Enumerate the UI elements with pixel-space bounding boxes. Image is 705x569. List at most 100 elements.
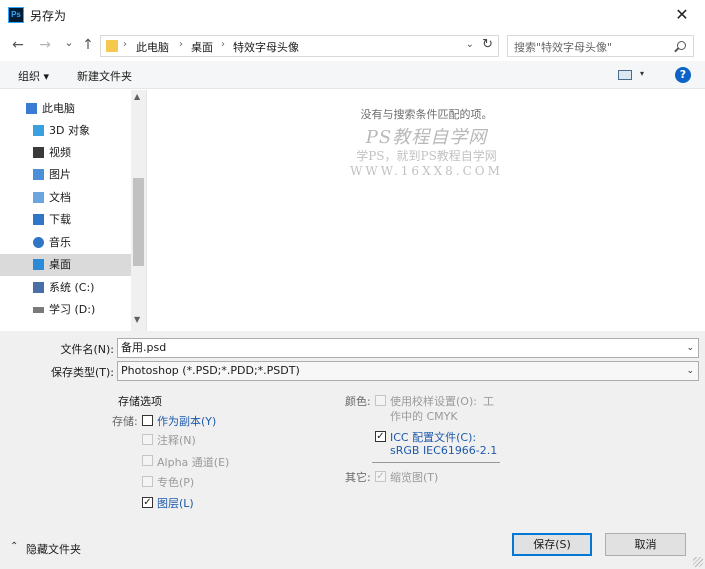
proof-setup-checkbox[interactable] <box>375 395 386 406</box>
photoshop-app-icon: Ps <box>8 7 24 23</box>
proof-setup-label[interactable]: 使用校样设置(O): <box>390 393 477 409</box>
sidebar-item-label: 此电脑 <box>42 102 75 115</box>
sidebar-item-label: 桌面 <box>49 258 71 271</box>
documents-icon <box>33 192 44 203</box>
breadcrumb-separator[interactable]: › <box>221 39 225 50</box>
sidebar-item-3d-objects[interactable]: 3D 对象 <box>0 120 131 142</box>
chevron-up-icon: ⌃ <box>10 541 19 552</box>
close-button[interactable]: ✕ <box>659 0 705 30</box>
sidebar-item-drive-d[interactable]: 学习 (D:) <box>0 299 131 321</box>
organize-menu-button[interactable]: 组织 ▾ <box>18 68 49 84</box>
search-box[interactable]: 搜索"特效字母头像" <box>507 35 694 57</box>
downloads-icon <box>33 214 44 225</box>
folder-icon <box>106 40 118 52</box>
save-button[interactable]: 保存(S) <box>512 533 592 556</box>
filename-field[interactable]: 备用.psd ⌄ <box>117 338 699 358</box>
pictures-icon <box>33 169 44 180</box>
sidebar-item-videos[interactable]: 视频 <box>0 142 131 164</box>
search-icon[interactable] <box>677 41 686 50</box>
new-folder-button[interactable]: 新建文件夹 <box>77 68 132 84</box>
breadcrumb-this-pc[interactable]: 此电脑 <box>136 39 169 55</box>
filename-dropdown-icon[interactable]: ⌄ <box>686 339 694 357</box>
sidebar-scrollbar[interactable]: ▲ ▼ <box>131 90 146 331</box>
as-copy-checkbox[interactable] <box>142 415 153 426</box>
icc-profile-name: sRGB IEC61966-2.1 <box>390 444 498 457</box>
video-icon <box>33 147 44 158</box>
sidebar-item-label: 系统 (C:) <box>49 281 95 294</box>
drive-c-icon <box>33 282 44 293</box>
icc-profile-checkbox[interactable]: ✓ <box>375 431 386 442</box>
breadcrumb-current-folder[interactable]: 特效字母头像 <box>233 39 299 55</box>
sidebar-item-label: 音乐 <box>49 236 71 249</box>
search-input[interactable]: 搜索"特效字母头像" <box>514 39 612 55</box>
command-bar: 组织 ▾ 新建文件夹 ▾ ? <box>0 61 705 89</box>
refresh-icon[interactable]: ↻ <box>482 37 493 52</box>
music-icon <box>33 237 44 248</box>
sidebar-item-pictures[interactable]: 图片 <box>0 164 131 186</box>
proof-setup-label-line2: 作中的 CMYK <box>390 410 458 423</box>
address-dropdown-icon[interactable]: ⌄ <box>466 39 474 50</box>
spot-colors-checkbox[interactable] <box>142 476 153 487</box>
3d-objects-icon <box>33 125 44 136</box>
sidebar-item-drive-c[interactable]: 系统 (C:) <box>0 277 131 299</box>
cancel-button[interactable]: 取消 <box>605 533 686 556</box>
watermark-url: WWW.16XX8.COM <box>350 164 503 178</box>
navigation-bar: ← → ⌄ ↑ › 此电脑 › 桌面 › 特效字母头像 ⌄ ↻ 搜索"特效字母头… <box>0 30 705 60</box>
filetype-label: 保存类型(T): <box>50 366 114 379</box>
layers-checkbox[interactable]: ✓ <box>142 497 153 508</box>
recent-locations-icon[interactable]: ⌄ <box>61 36 77 49</box>
save-options-title: 存储选项 <box>118 395 162 408</box>
empty-results-message: 没有与搜索条件匹配的项。 <box>360 108 493 121</box>
drive-d-icon <box>33 307 44 313</box>
filetype-dropdown-icon[interactable]: ⌄ <box>686 362 694 380</box>
address-bar[interactable]: › 此电脑 › 桌面 › 特效字母头像 ⌄ ↻ <box>100 35 499 57</box>
sidebar-item-music[interactable]: 音乐 <box>0 232 131 254</box>
alpha-channels-label[interactable]: Alpha 通道(E) <box>157 454 229 470</box>
view-options-icon[interactable] <box>618 70 632 80</box>
thumbnail-checkbox[interactable]: ✓ <box>375 471 386 482</box>
filetype-select[interactable]: Photoshop (*.PSD;*.PDD;*.PSDT) ⌄ <box>117 361 699 381</box>
breadcrumb-desktop[interactable]: 桌面 <box>191 39 213 55</box>
sidebar-item-label: 图片 <box>49 168 71 181</box>
sidebar-item-label: 文档 <box>49 191 71 204</box>
sidebar-item-label: 视频 <box>49 146 71 159</box>
sidebar-item-documents[interactable]: 文档 <box>0 187 131 209</box>
proof-setup-label-suffix: 工 <box>483 395 494 408</box>
help-icon[interactable]: ? <box>675 67 691 83</box>
computer-icon <box>26 103 37 114</box>
notes-label[interactable]: 注释(N) <box>157 432 196 448</box>
filename-value[interactable]: 备用.psd <box>121 341 166 354</box>
sidebar-item-label: 学习 (D:) <box>49 303 96 316</box>
sidebar-item-label: 下载 <box>49 213 71 226</box>
watermark-title: PS教程自学网 <box>365 127 488 148</box>
up-arrow-icon[interactable]: ↑ <box>80 37 96 53</box>
scroll-down-icon[interactable]: ▼ <box>134 315 140 324</box>
scroll-up-icon[interactable]: ▲ <box>134 92 140 101</box>
breadcrumb-separator[interactable]: › <box>123 39 127 50</box>
file-list-area[interactable]: 没有与搜索条件匹配的项。 PS教程自学网 学PS，就到PS教程自学网 WWW.1… <box>148 90 705 331</box>
thumbnail-label[interactable]: 缩览图(T) <box>390 469 438 485</box>
other-label: 其它: <box>345 471 371 484</box>
view-dropdown-icon[interactable]: ▾ <box>640 69 644 78</box>
layers-label[interactable]: 图层(L) <box>157 495 194 511</box>
sidebar-item-label: 3D 对象 <box>49 124 90 137</box>
resize-grip-icon[interactable] <box>693 557 703 567</box>
filetype-value[interactable]: Photoshop (*.PSD;*.PDD;*.PSDT) <box>121 364 300 377</box>
sidebar-item-desktop[interactable]: 桌面 <box>0 254 131 276</box>
spot-colors-label[interactable]: 专色(P) <box>157 474 194 490</box>
notes-checkbox[interactable] <box>142 434 153 445</box>
as-copy-label[interactable]: 作为副本(Y) <box>157 413 216 429</box>
back-arrow-icon[interactable]: ← <box>10 37 26 53</box>
sidebar-item-downloads[interactable]: 下载 <box>0 209 131 231</box>
alpha-channels-checkbox[interactable] <box>142 455 153 466</box>
icc-profile-label[interactable]: ICC 配置文件(C): <box>390 429 476 445</box>
scrollbar-thumb[interactable] <box>133 178 144 266</box>
sidebar-item-this-pc[interactable]: 此电脑 <box>0 98 131 120</box>
title-bar: Ps 另存为 ✕ <box>0 0 705 30</box>
options-divider <box>372 462 500 463</box>
desktop-icon <box>33 259 44 270</box>
navigation-pane: 此电脑 3D 对象 视频 图片 文档 下载 音乐 桌面 系统 (C:) 学习 (… <box>0 90 147 331</box>
forward-arrow-icon[interactable]: → <box>37 37 53 53</box>
breadcrumb-separator[interactable]: › <box>179 39 183 50</box>
save-options-panel: 文件名(N): 备用.psd ⌄ 保存类型(T): Photoshop (*.P… <box>0 331 705 569</box>
